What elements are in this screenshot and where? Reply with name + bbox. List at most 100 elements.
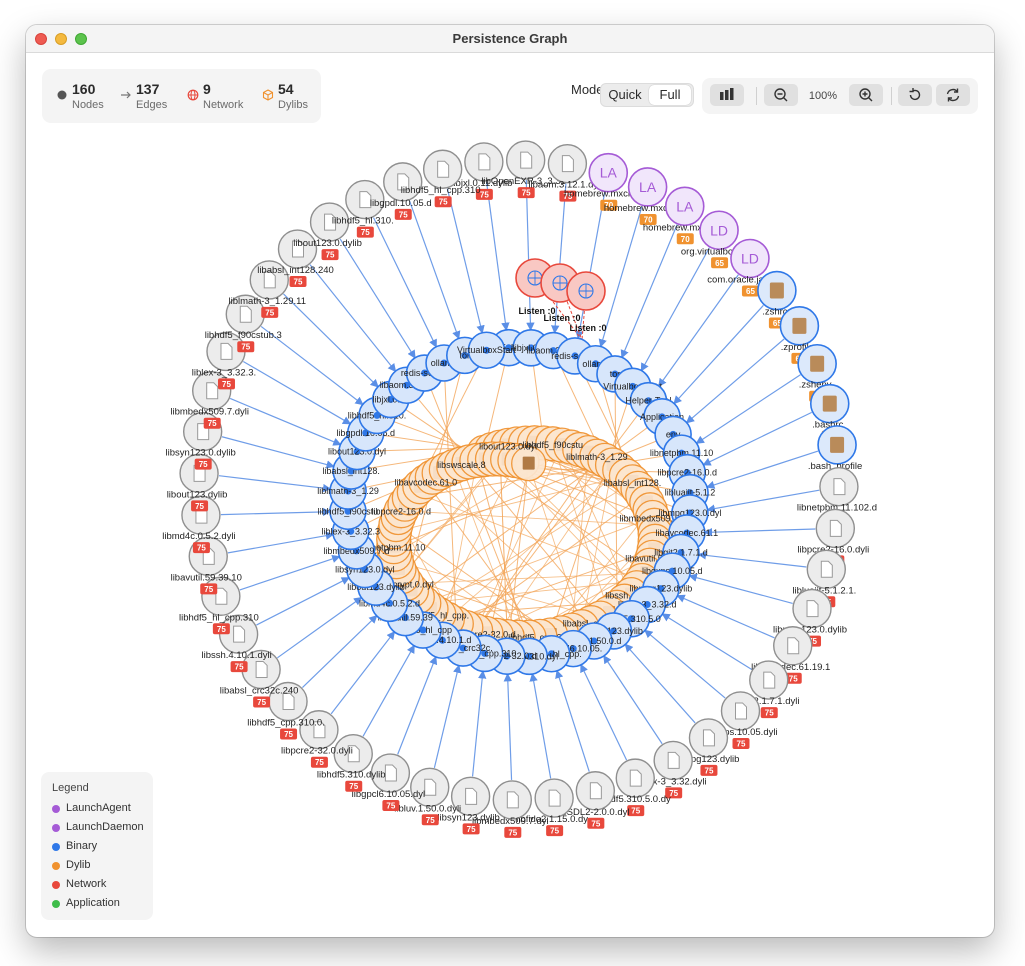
edge bbox=[624, 643, 696, 724]
node-label: libhdf5_hl.310. bbox=[332, 216, 394, 227]
edge bbox=[283, 293, 379, 388]
score-badge-text: 75 bbox=[631, 807, 640, 816]
score-badge-text: 75 bbox=[737, 739, 746, 748]
score-badge-text: 75 bbox=[315, 758, 324, 767]
score-badge-text: 75 bbox=[241, 343, 250, 352]
edge bbox=[221, 436, 335, 469]
edge bbox=[555, 669, 590, 772]
legend-label: LaunchDaemon bbox=[66, 821, 144, 833]
node-label: libluv.1.50.0.dyli bbox=[394, 803, 461, 814]
score-badge-text: 75 bbox=[789, 674, 798, 683]
score-badge-text: 75 bbox=[361, 228, 370, 237]
score-badge-text: 75 bbox=[508, 828, 517, 837]
edge bbox=[688, 573, 793, 605]
score-badge-text: 75 bbox=[480, 190, 489, 199]
node-kind-text: LA bbox=[639, 179, 657, 195]
document-icon bbox=[233, 625, 246, 643]
edge bbox=[471, 670, 487, 777]
node-label: libhdf5_hl_cpp.310 bbox=[179, 612, 259, 623]
edge bbox=[575, 192, 606, 340]
score-badge-text: 75 bbox=[765, 709, 774, 718]
score-badge-text: 75 bbox=[326, 251, 335, 260]
document-icon bbox=[437, 160, 450, 178]
document-icon bbox=[478, 153, 491, 171]
edge bbox=[229, 397, 342, 446]
edge bbox=[551, 183, 567, 334]
document-icon bbox=[829, 519, 842, 537]
edge bbox=[339, 238, 416, 359]
outer-node: libmbedx509.7.dyli75 bbox=[170, 371, 249, 429]
box-icon bbox=[810, 355, 825, 372]
dylib-node-label: libswscale.8 bbox=[437, 460, 486, 470]
dylib-node-label: libavcodec.61.0 bbox=[395, 478, 458, 488]
legend-label: Binary bbox=[66, 840, 98, 852]
edge bbox=[503, 672, 513, 780]
document-icon bbox=[506, 791, 519, 809]
node-label: libabsl_int128.240 bbox=[257, 265, 334, 276]
score-badge-text: 75 bbox=[265, 308, 274, 317]
edge bbox=[485, 181, 510, 332]
network-node-label: Listen :0 bbox=[543, 313, 580, 323]
node-label: libhdf5_hl_cpp.310 bbox=[401, 185, 481, 196]
node-label: libmd4c.0.5.2.dyli bbox=[162, 531, 235, 542]
score-badge-text: 75 bbox=[195, 502, 204, 511]
node-label: liblex-3_3.32.3. bbox=[192, 367, 256, 378]
score-badge-text: 75 bbox=[222, 380, 231, 389]
box-icon bbox=[822, 395, 837, 412]
score-badge-text: 75 bbox=[235, 663, 244, 672]
document-icon bbox=[424, 778, 437, 796]
score-badge-text: 75 bbox=[199, 460, 208, 469]
dylib-node-label: libpcre2-16.0.d bbox=[372, 507, 432, 517]
edge bbox=[706, 450, 819, 489]
score-badge-text: 75 bbox=[591, 819, 600, 828]
document-icon bbox=[763, 671, 776, 689]
edge bbox=[644, 629, 726, 699]
node-kind-text: LA bbox=[676, 198, 694, 214]
edge bbox=[414, 491, 643, 581]
dylib-node-label: libhdf5_f90cstu bbox=[522, 440, 583, 450]
edge bbox=[640, 247, 710, 372]
edge bbox=[695, 374, 801, 444]
edge bbox=[703, 528, 816, 537]
score-badge-text: 75 bbox=[386, 802, 395, 811]
document-icon bbox=[206, 382, 219, 400]
box-icon bbox=[792, 317, 807, 334]
score-badge-text: 75 bbox=[349, 782, 358, 791]
score-badge-text: 75 bbox=[284, 730, 293, 739]
edge bbox=[397, 655, 438, 755]
dylib-node-label: liblmath-3_1.29 bbox=[566, 452, 628, 462]
document-icon bbox=[255, 660, 268, 678]
edge bbox=[227, 531, 335, 554]
score-badge-text: 75 bbox=[399, 210, 408, 219]
node-label: libout123.0.dylib bbox=[293, 238, 362, 249]
node-kind-text: LD bbox=[741, 251, 759, 267]
document-icon bbox=[215, 587, 228, 605]
legend-dot bbox=[52, 824, 60, 832]
edge bbox=[362, 644, 415, 737]
document-icon bbox=[465, 787, 478, 805]
edge bbox=[685, 338, 785, 424]
persistence-graph-window: Persistence Graph 160 Nodes 137 Edges 9 … bbox=[26, 25, 994, 937]
document-icon bbox=[384, 764, 397, 782]
persistence-graph-canvas[interactable]: libout123.0.dyllibhdf5_f90cstuliblmath-3… bbox=[26, 25, 994, 937]
edge bbox=[373, 217, 437, 348]
edge bbox=[613, 373, 621, 609]
box-icon bbox=[522, 456, 535, 470]
binary-node-label: VirtualboxStart bbox=[457, 345, 516, 355]
legend-panel: Legend LaunchAgent LaunchDaemon Binary D… bbox=[41, 772, 153, 920]
node-label: libhdf5_f90cstub.3 bbox=[205, 330, 282, 341]
document-icon bbox=[820, 560, 833, 578]
edge bbox=[220, 507, 332, 517]
document-icon bbox=[220, 342, 233, 360]
document-icon bbox=[561, 155, 574, 173]
score-badge-text: 75 bbox=[257, 698, 266, 707]
node-label: libabsl_crc32c.240 bbox=[220, 685, 299, 696]
edge bbox=[433, 664, 462, 768]
edge bbox=[658, 274, 739, 388]
legend-label: Application bbox=[66, 897, 120, 909]
score-badge-text: 65 bbox=[746, 287, 755, 296]
edge bbox=[309, 264, 397, 373]
edge bbox=[330, 630, 396, 715]
edge bbox=[256, 577, 350, 626]
score-badge-text: 75 bbox=[294, 278, 303, 287]
